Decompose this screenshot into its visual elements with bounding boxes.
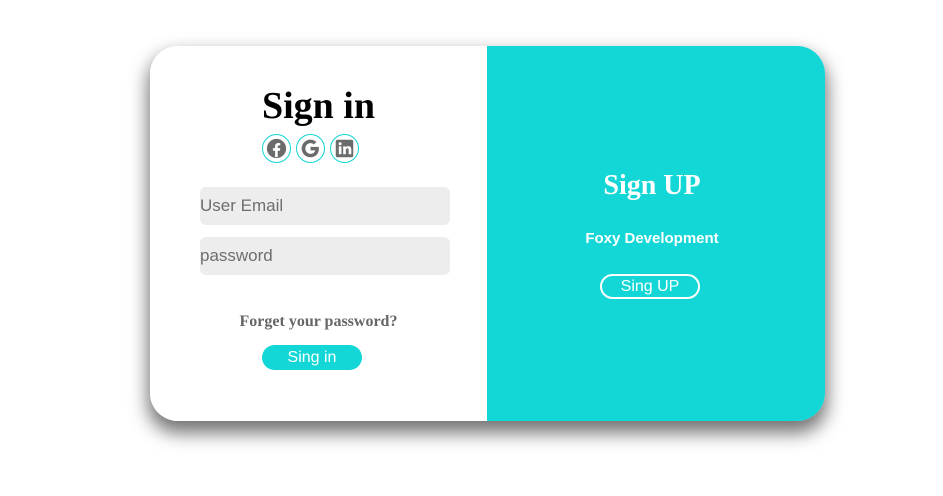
signin-panel: Sign in User Email Forget your password?… bbox=[150, 46, 487, 421]
facebook-icon bbox=[266, 138, 287, 159]
signup-panel: Sign UP Foxy Development Sing UP bbox=[487, 46, 825, 421]
google-button[interactable] bbox=[296, 134, 325, 163]
signin-title: Sign in bbox=[261, 85, 376, 127]
google-icon bbox=[301, 139, 319, 158]
signup-subtitle: Foxy Development bbox=[585, 230, 719, 247]
linkedin-icon bbox=[335, 139, 354, 158]
facebook-button[interactable] bbox=[262, 134, 291, 163]
auth-card: Sign in User Email Forget your password?… bbox=[150, 46, 825, 421]
social-login-row bbox=[262, 134, 359, 163]
email-input[interactable] bbox=[200, 187, 450, 225]
signup-button[interactable]: Sing UP bbox=[600, 274, 700, 299]
password-input[interactable] bbox=[200, 237, 450, 275]
forgot-password-link[interactable]: Forget your password? bbox=[150, 313, 487, 331]
linkedin-button[interactable] bbox=[330, 134, 359, 163]
signin-button[interactable]: Sing in bbox=[262, 345, 362, 370]
signup-title: Sign UP bbox=[603, 170, 701, 201]
